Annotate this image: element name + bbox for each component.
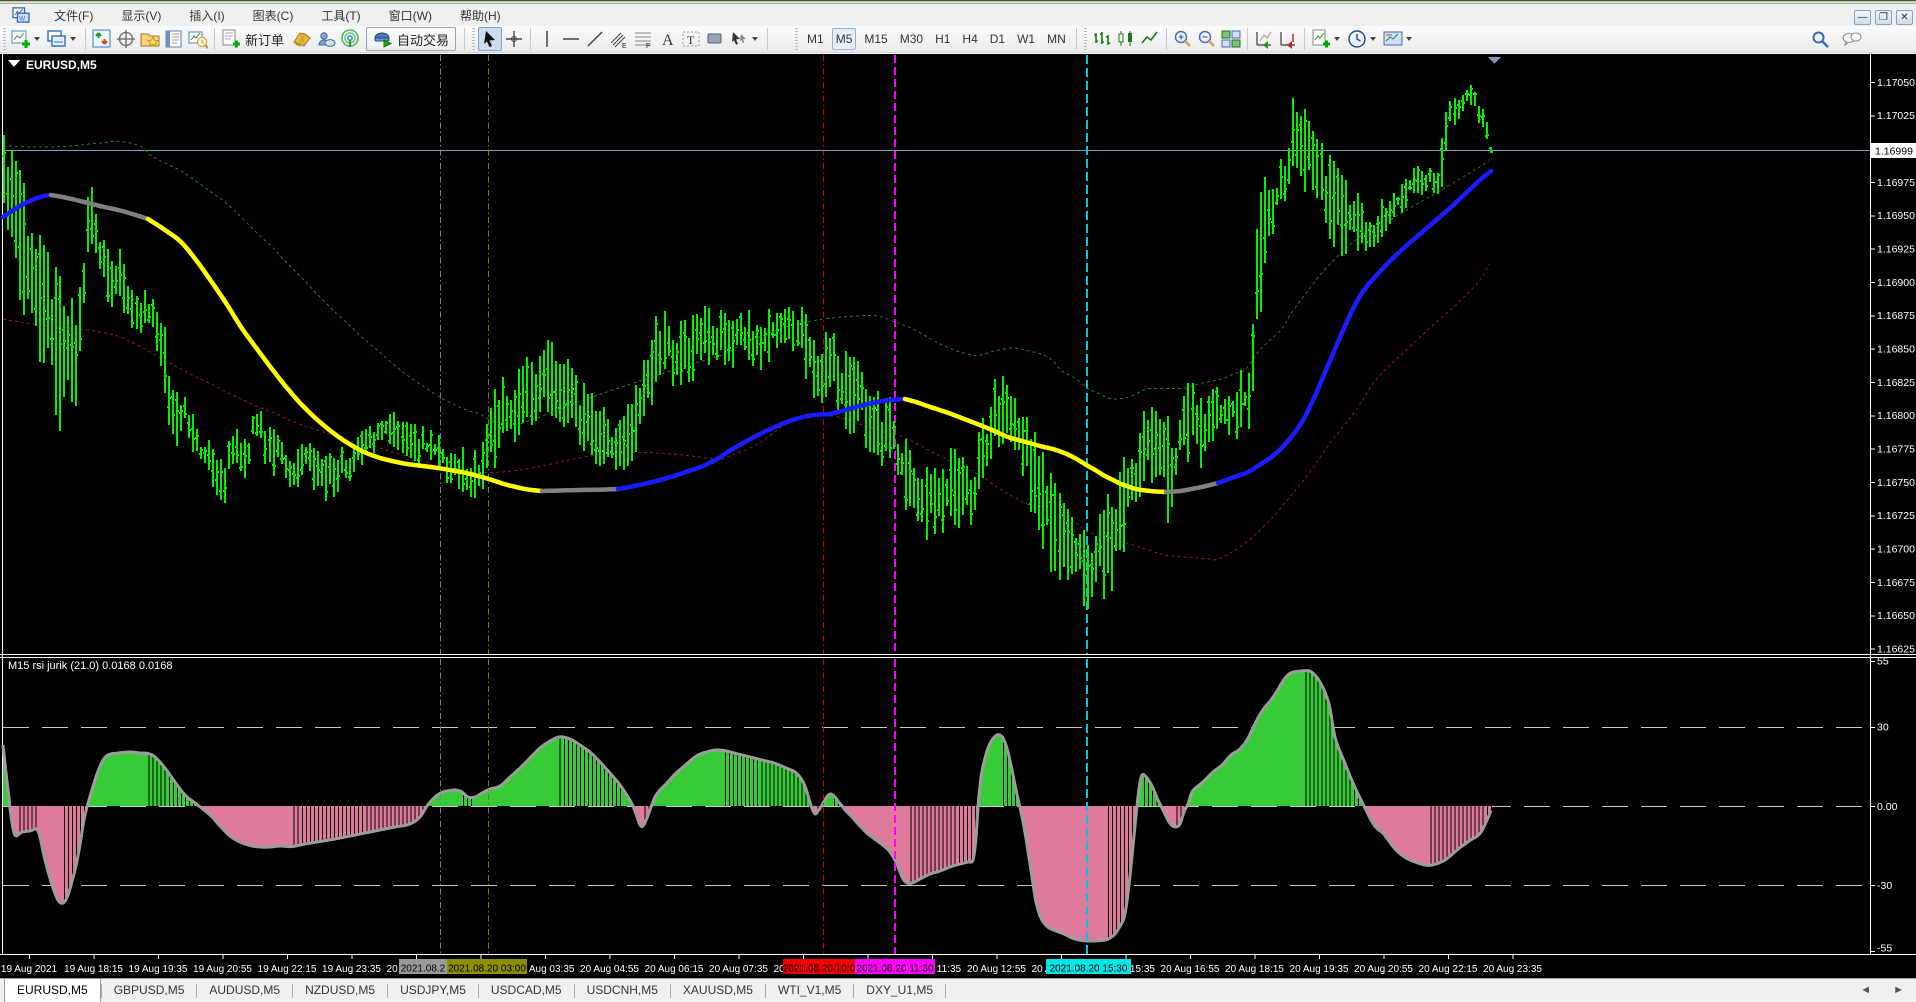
svg-text:-55: -55	[1877, 943, 1892, 955]
svg-text:E: E	[622, 43, 627, 49]
svg-text:19 Aug 20:55: 19 Aug 20:55	[193, 964, 252, 975]
svg-text:1.16825: 1.16825	[1877, 377, 1915, 389]
svg-text:55: 55	[1877, 656, 1889, 668]
svg-text:A: A	[662, 32, 674, 49]
svg-text:19 Aug 2021: 19 Aug 2021	[1, 964, 58, 975]
svg-text:19 Aug 19:35: 19 Aug 19:35	[129, 964, 188, 975]
svg-text:T: T	[687, 33, 695, 47]
svg-text:1.16850: 1.16850	[1877, 344, 1915, 356]
svg-text:2021.08.2: 2021.08.2	[401, 964, 446, 975]
svg-text:20 Aug 20:55: 20 Aug 20:55	[1354, 964, 1413, 975]
svg-text:0.00: 0.00	[1877, 801, 1898, 813]
svg-text:F: F	[646, 43, 650, 49]
svg-text:1.16800: 1.16800	[1877, 410, 1915, 422]
svg-text:2021.08.20 15:30: 2021.08.20 15:30	[1050, 964, 1128, 975]
svg-text:20 Aug 18:15: 20 Aug 18:15	[1225, 964, 1284, 975]
svg-text:1.16725: 1.16725	[1877, 510, 1915, 522]
svg-text:1.17025: 1.17025	[1877, 110, 1915, 122]
svg-text:1.16625: 1.16625	[1877, 644, 1915, 656]
svg-text:1.16975: 1.16975	[1877, 177, 1915, 189]
svg-text:1.16999: 1.16999	[1875, 146, 1913, 158]
svg-text:1.16875: 1.16875	[1877, 310, 1915, 322]
svg-text:1.16675: 1.16675	[1877, 577, 1915, 589]
svg-text:W: W	[19, 15, 25, 22]
svg-text:EURUSD,M5: EURUSD,M5	[26, 58, 97, 72]
svg-text:2021.08.20 11:30: 2021.08.20 11:30	[856, 964, 934, 975]
svg-text:1.16900: 1.16900	[1877, 277, 1915, 289]
svg-text:20 Aug 16:55: 20 Aug 16:55	[1161, 964, 1220, 975]
svg-text:20 Aug 04:55: 20 Aug 04:55	[580, 964, 639, 975]
svg-text:20 Aug 12:55: 20 Aug 12:55	[967, 964, 1026, 975]
svg-text:-30: -30	[1877, 880, 1892, 892]
svg-text:30: 30	[1877, 722, 1889, 734]
svg-text:1.16700: 1.16700	[1877, 544, 1915, 556]
svg-text:M15 rsi jurik (21.0) 0.0168 0.: M15 rsi jurik (21.0) 0.0168 0.0168	[8, 660, 172, 672]
svg-text:1.17050: 1.17050	[1877, 77, 1915, 89]
svg-text:20 Aug 23:35: 20 Aug 23:35	[1483, 964, 1542, 975]
svg-text:2021.08.20 10:0: 2021.08.20 10:0	[783, 964, 856, 975]
svg-text:1.16750: 1.16750	[1877, 477, 1915, 489]
svg-text:20 Aug 06:15: 20 Aug 06:15	[645, 964, 704, 975]
svg-text:19 Aug 22:15: 19 Aug 22:15	[258, 964, 317, 975]
svg-text:1.16775: 1.16775	[1877, 444, 1915, 456]
svg-text:1.16650: 1.16650	[1877, 610, 1915, 622]
svg-text:2021.08.20 03:00: 2021.08.20 03:00	[448, 964, 526, 975]
svg-text:1.16950: 1.16950	[1877, 210, 1915, 222]
svg-text:19 Aug 23:35: 19 Aug 23:35	[322, 964, 381, 975]
svg-text:20 Aug 07:35: 20 Aug 07:35	[709, 964, 768, 975]
svg-text:20 Aug 19:35: 20 Aug 19:35	[1290, 964, 1349, 975]
svg-text:20 Aug 22:15: 20 Aug 22:15	[1419, 964, 1478, 975]
svg-text:1.16925: 1.16925	[1877, 244, 1915, 256]
svg-text:19 Aug 18:15: 19 Aug 18:15	[64, 964, 123, 975]
